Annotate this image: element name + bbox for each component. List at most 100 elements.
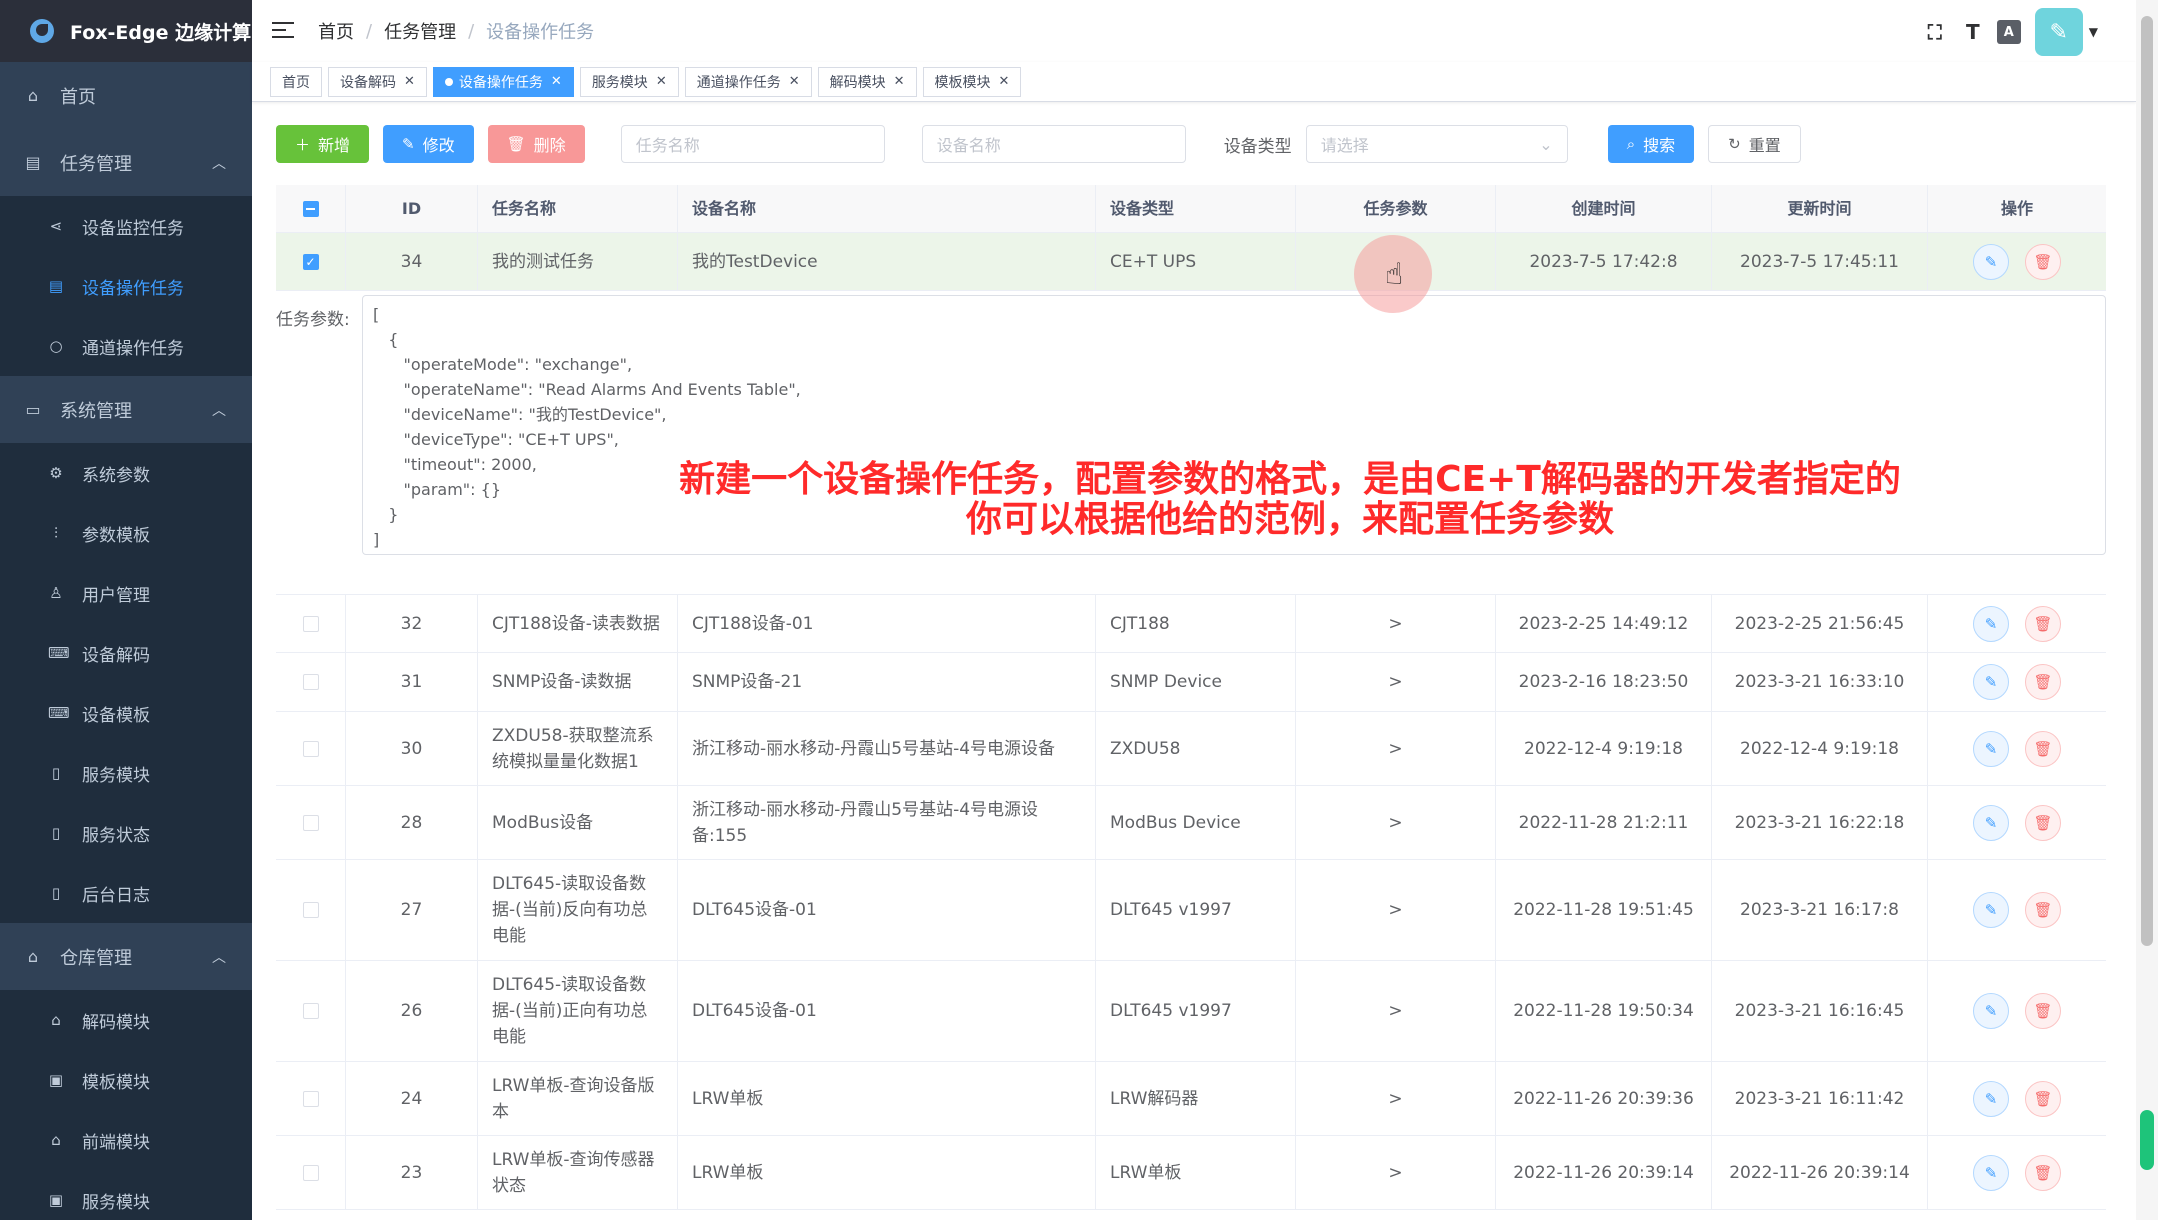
trash-icon[interactable]: 🗑 [2025,892,2061,928]
sidebar-group-repo[interactable]: ⌂ 仓库管理 ︿ [0,923,252,990]
table-row[interactable]: 30 ZXDU58-获取整流系统模拟量量化数据1 浙江移动-丽水移动-丹霞山5号… [276,712,2106,786]
breadcrumb-item[interactable]: 首页 [318,18,354,44]
sidebar-item-user-manage[interactable]: ♙ 用户管理 [0,563,252,623]
expand-toggle[interactable]: > [1296,961,1496,1061]
table-row[interactable]: 28 ModBus设备 浙江移动-丽水移动-丹霞山5号基站-4号电源设备:155… [276,786,2106,860]
tag-template-module[interactable]: 模板模块 ✕ [922,66,1022,97]
hamburger-icon[interactable] [272,22,294,40]
sidebar-item-home[interactable]: ⌂ 首页 [0,62,252,129]
row-checkbox[interactable] [302,740,319,757]
sidebar-item-backend-log[interactable]: ▯ 后台日志 [0,863,252,923]
trash-icon[interactable]: 🗑 [2025,993,2061,1029]
language-icon[interactable]: A [1996,20,2021,44]
sidebar-item-service-status[interactable]: ▯ 服务状态 [0,803,252,863]
sidebar-item-channel-operate-task[interactable]: ○ 通道操作任务 [0,316,252,376]
close-icon[interactable]: ✕ [894,74,905,89]
trash-icon[interactable]: 🗑 [2025,1080,2061,1117]
edit-icon[interactable]: ✎ [1973,892,2009,928]
close-icon[interactable]: ✕ [789,74,800,89]
edit-icon[interactable]: ✎ [1973,664,2009,700]
tag-service-module[interactable]: 服务模块 ✕ [579,66,679,97]
sidebar-item-device-monitor-task[interactable]: ⋖ 设备监控任务 [0,196,252,256]
table-row[interactable]: ✓ 34 我的测试任务 我的TestDevice CE+T UPS 2023-7… [276,233,2106,291]
task-name-input[interactable]: 任务名称 [620,125,885,163]
sidebar-item-param-template[interactable]: ⫶ 参数模板 [0,503,252,563]
expand-toggle[interactable]: > [1296,786,1496,859]
row-checkbox[interactable] [302,615,319,632]
row-checkbox[interactable] [302,1164,319,1181]
expand-toggle[interactable]: > [1296,1136,1496,1209]
trash-icon[interactable]: 🗑 [2025,804,2061,841]
font-size-icon[interactable]: T [1959,18,1987,46]
sidebar-item-device-template[interactable]: ⌨ 设备模板 [0,683,252,743]
edit-icon[interactable]: ✎ [1973,804,2009,841]
edit-icon[interactable]: ✎ [1973,243,2009,280]
table-row[interactable]: 31 SNMP设备-读数据 SNMP设备-21 SNMP Device > 20… [276,653,2106,712]
table-row[interactable]: 24 LRW单板-查询设备版本 LRW单板 LRW解码器 > 2022-11-2… [276,1062,2106,1136]
device-name-input[interactable]: 设备名称 [921,125,1186,163]
add-button[interactable]: ＋新增 [276,125,370,163]
table-row[interactable]: 27 DLT645-读取设备数据-(当前)反向有功总电能 DLT645设备-01… [276,860,2106,961]
trash-icon[interactable]: 🗑 [2025,730,2061,767]
close-icon[interactable]: ✕ [656,74,667,89]
sidebar-item-template-module[interactable]: ▣ 模板模块 [0,1050,252,1110]
trash-icon[interactable]: 🗑 [2025,605,2061,642]
row-checkbox[interactable] [302,1090,319,1107]
row-checkbox[interactable] [302,902,319,918]
tag-device-operate-task[interactable]: 设备操作任务 ✕ [432,66,574,97]
caret-down-icon[interactable]: ▼ [2089,25,2098,39]
search-button[interactable]: ⌕ 搜索 [1607,125,1695,163]
main-content: ＋新增 ✎ 修改 🗑 删除 任务名称 设备名称 设备类型 请选择 ⌄ ⌕ 搜索 ↻ 重置… [252,103,2136,1220]
table-row[interactable]: 23 LRW单板-查询传感器状态 LRW单板 LRW单板 > 2022-11-2… [276,1136,2106,1210]
trash-icon: 🗑 [506,135,526,153]
tag-decode-module[interactable]: 解码模块 ✕ [817,66,917,97]
gear-icon: ⚙ [49,464,63,482]
select-all-checkbox[interactable] [302,200,319,217]
table-row[interactable]: 32 CJT188设备-读表数据 CJT188设备-01 CJT188 > 20… [276,595,2106,653]
edit-icon[interactable]: ✎ [1973,993,2009,1029]
delete-button[interactable]: 🗑 删除 [487,125,585,163]
edit-icon[interactable]: ✎ [1973,1154,2009,1191]
avatar[interactable]: ✎ [2034,8,2083,56]
tag-device-decode[interactable]: 设备解码 ✕ [328,66,427,97]
expand-toggle[interactable]: > [1296,712,1496,785]
trash-icon[interactable]: 🗑 [2025,664,2061,700]
expand-toggle[interactable]: > [1296,653,1496,711]
warehouse-icon: ⌂ [51,1011,61,1029]
edit-button[interactable]: ✎ 修改 [383,125,474,163]
sidebar-item-device-operate-task[interactable]: ▤ 设备操作任务 [0,256,252,316]
edit-icon[interactable]: ✎ [1973,1080,2009,1117]
sidebar-item-repo-service-module[interactable]: ▣ 服务模块 [0,1170,252,1220]
scrollbar-thumb[interactable] [2141,16,2153,946]
sidebar-item-system-params[interactable]: ⚙ 系统参数 [0,443,252,503]
sidebar-group-task[interactable]: ▤ 任务管理 ︿ [0,129,252,196]
close-icon[interactable]: ✕ [551,74,562,89]
sidebar-item-device-decode[interactable]: ⌨ 设备解码 [0,623,252,683]
row-checkbox[interactable] [302,1003,319,1019]
reset-button[interactable]: ↻ 重置 [1708,125,1801,163]
table-row[interactable]: 26 DLT645-读取设备数据-(当前)正向有功总电能 DLT645设备-01… [276,961,2106,1062]
tag-channel-operate-task[interactable]: 通道操作任务 ✕ [684,66,812,97]
sidebar-item-frontend-module[interactable]: ⌂ 前端模块 [0,1110,252,1170]
sidebar-item-decode-module[interactable]: ⌂ 解码模块 [0,990,252,1050]
edit-icon[interactable]: ✎ [1973,730,2009,767]
trash-icon[interactable]: 🗑 [2025,243,2061,280]
close-icon[interactable]: ✕ [999,74,1010,89]
row-checkbox[interactable] [302,674,319,690]
app-logo[interactable]: Fox-Edge 边缘计算 [0,0,252,62]
expand-toggle[interactable]: > [1296,1062,1496,1135]
expand-toggle[interactable]: > [1296,595,1496,652]
close-icon[interactable]: ✕ [404,74,415,89]
edit-icon[interactable]: ✎ [1973,605,2009,642]
row-checkbox[interactable]: ✓ [302,253,319,270]
breadcrumb-item[interactable]: 任务管理 [384,18,456,44]
sidebar-group-system[interactable]: ▭ 系统管理 ︿ [0,376,252,443]
sidebar-item-service-module[interactable]: ▯ 服务模块 [0,743,252,803]
fullscreen-icon[interactable]: ⛶ [1921,18,1949,46]
tag-home[interactable]: 首页 [270,66,322,97]
page-scrollbar[interactable] [2136,0,2158,1220]
row-checkbox[interactable] [302,814,319,831]
device-type-select[interactable]: 请选择 ⌄ [1305,125,1568,163]
expand-toggle[interactable]: > [1296,860,1496,960]
trash-icon[interactable]: 🗑 [2025,1154,2061,1191]
